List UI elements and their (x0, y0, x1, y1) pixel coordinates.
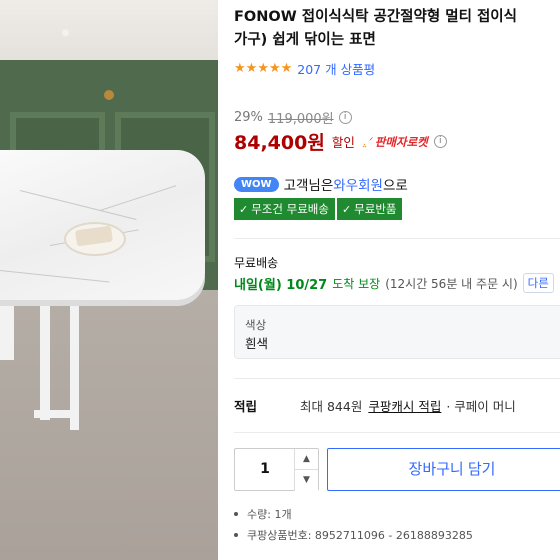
product-title: FONOW 접이식식탁 공간절약형 멀티 접이식 가구) 쉽게 닦이는 표면 (234, 6, 560, 52)
star-icon: ★ (245, 61, 258, 76)
discount-rate: 29% (234, 110, 263, 125)
rocket-icon (362, 136, 373, 147)
other-delivery-button[interactable]: 다른 (522, 273, 554, 293)
price-row: 84,400원 할인 판매자로켓 i (234, 128, 447, 155)
chevron-down-icon[interactable]: ▼ (294, 470, 318, 491)
shipping-row: 내일(월) 10/27 도착 보장 (12시간 56분 내 주문 시) 다른 (234, 273, 554, 293)
wow-badge: WOW (234, 176, 279, 192)
sale-label: 할인 (331, 135, 355, 150)
delivery-guarantee: 도착 보장 (332, 276, 381, 291)
divider (234, 238, 560, 239)
reward-amount: 최대 844원 (300, 399, 363, 414)
quantity-stepper[interactable]: 1 ▲ ▼ (234, 448, 319, 491)
quantity-value[interactable]: 1 (235, 461, 295, 477)
rating[interactable]: ★ ★ ★ ★ ★ 207 개 상품평 (234, 59, 375, 78)
order-cutoff: (12시간 56분 내 주문 시) (385, 276, 518, 291)
product-title-line2: 가구) 쉽게 닦이는 표면 (234, 32, 376, 48)
free-shipping-badge: ✓ 무조건 무료배송 (234, 198, 335, 220)
discount-row: 29% 119,000원 i (234, 108, 352, 127)
wow-member: 와우회원 (333, 178, 383, 194)
color-option-select[interactable]: 색상 흰색 (234, 305, 560, 359)
benefit-label: 무료반품 (354, 202, 397, 216)
divider (234, 378, 560, 379)
review-count-link[interactable]: 207 개 상품평 (297, 59, 375, 78)
star-icon: ★ (257, 61, 269, 76)
benefit-badges: ✓ 무조건 무료배송 ✓ 무료반품 (234, 198, 403, 220)
bullet-icon (234, 512, 238, 516)
divider (234, 432, 560, 433)
free-return-badge: ✓ 무료반품 (336, 198, 403, 220)
option-value: 흰색 (245, 336, 269, 351)
reward-row: 적립 최대 844원 쿠팡캐시 적립 · 쿠페이 머니 (234, 396, 516, 415)
star-icon: ★ (268, 61, 281, 76)
spec-text: 수량: 1개 (247, 508, 292, 521)
delivery-date: 내일(월) 10/27 (234, 277, 328, 293)
wow-suffix: 으로 (382, 178, 408, 194)
image-table-leg (70, 290, 79, 430)
info-icon[interactable]: i (433, 135, 447, 148)
shipping-label: 무료배송 (234, 256, 279, 270)
image-floor (0, 290, 218, 560)
info-icon[interactable]: i (338, 111, 352, 124)
star-icon: ★ (234, 61, 246, 76)
spec-text: 쿠팡상품번호: 8952711096 - 26188893285 (247, 529, 473, 542)
coupang-cash-link[interactable]: 쿠팡캐시 적립 (368, 396, 441, 415)
star-icon: ★ (280, 61, 293, 76)
benefit-label: 무조건 무료배송 (251, 202, 329, 216)
image-table-bar (34, 410, 79, 418)
reward-title: 적립 (234, 399, 258, 414)
wow-row: WOW 고객님은 와우회원 으로 (234, 174, 408, 194)
sale-price: 84,400원 (234, 132, 325, 154)
product-details: FONOW 접이식식탁 공간절약형 멀티 접이식 가구) 쉽게 닦이는 표면 ★… (234, 0, 560, 560)
check-icon: ✓ (341, 202, 352, 216)
bullet-icon (234, 533, 238, 537)
rocket-label: 판매자로켓 (374, 134, 428, 149)
check-icon: ✓ (239, 202, 249, 216)
original-price: 119,000원 (267, 112, 334, 127)
chevron-up-icon[interactable]: ▲ (294, 449, 318, 470)
product-title-line1: FONOW 접이식식탁 공간절약형 멀티 접이식 (234, 9, 517, 25)
spec-list: 수량: 1개 쿠팡상품번호: 8952711096 - 26188893285 (234, 506, 473, 548)
image-table-leg (40, 300, 50, 420)
image-table-leg (0, 300, 14, 360)
seller-rocket-badge: 판매자로켓 (362, 134, 428, 150)
option-label: 색상 (245, 318, 267, 332)
reward-extra: · 쿠페이 머니 (446, 399, 516, 414)
rating-stars: ★ ★ ★ ★ ★ (234, 62, 292, 75)
product-image[interactable] (0, 0, 218, 560)
wow-prefix: 고객님은 (283, 178, 334, 194)
list-item: 쿠팡상품번호: 8952711096 - 26188893285 (234, 527, 473, 543)
add-to-cart-button[interactable]: 장바구니 담기 (327, 448, 560, 491)
list-item: 수량: 1개 (234, 506, 473, 522)
